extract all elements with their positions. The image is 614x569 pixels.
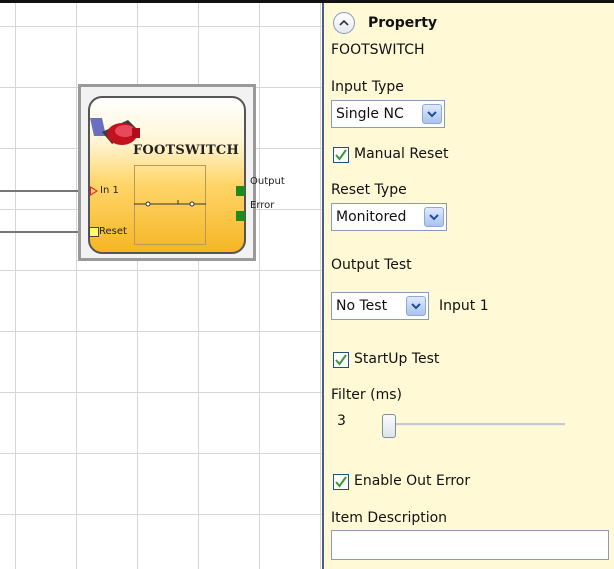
error-port[interactable] (236, 211, 245, 221)
reset-type-label: Reset Type (331, 182, 407, 198)
item-description-label: Item Description (331, 510, 448, 526)
output-test-label: Output Test (331, 257, 412, 273)
input-wire-in1 (0, 190, 88, 192)
reset-port[interactable] (89, 227, 99, 237)
in1-port[interactable] (90, 186, 98, 196)
collapse-button[interactable] (333, 12, 355, 34)
startup-test-checkbox[interactable] (333, 352, 349, 368)
output-port[interactable] (236, 186, 245, 196)
check-icon (335, 149, 347, 161)
input-type-select[interactable]: Single NC (331, 100, 445, 128)
reset-type-value: Monitored (336, 209, 407, 225)
filter-slider-thumb[interactable] (382, 414, 396, 438)
error-port-label: Error (250, 200, 275, 211)
chevron-down-icon (427, 111, 437, 118)
chevron-up-icon (339, 19, 349, 26)
enable-out-error-label: Enable Out Error (354, 473, 471, 489)
in1-port-label: In 1 (100, 185, 119, 196)
input-type-value: Single NC (336, 106, 404, 122)
output-test-value: No Test (336, 298, 388, 314)
switch-symbol (134, 200, 206, 207)
check-icon (335, 476, 347, 488)
reset-port-label: Reset (99, 226, 127, 237)
enable-out-error-checkbox[interactable] (333, 474, 349, 490)
chevron-down-icon (429, 214, 439, 221)
reset-type-select[interactable]: Monitored (331, 203, 447, 231)
filter-slider-track[interactable] (389, 423, 565, 426)
output-test-select[interactable]: No Test (331, 292, 429, 320)
input-type-label: Input Type (331, 79, 404, 95)
reset-type-dropdown-button[interactable] (424, 207, 444, 227)
check-icon (335, 354, 347, 366)
item-name: FOOTSWITCH (331, 42, 425, 58)
filter-label: Filter (ms) (331, 387, 402, 403)
output-test-dropdown-button[interactable] (406, 296, 426, 316)
input-wire-reset (0, 231, 90, 233)
startup-test-label: StartUp Test (354, 351, 440, 367)
manual-reset-checkbox[interactable] (333, 147, 349, 163)
chevron-down-icon (411, 303, 421, 310)
item-description-input[interactable] (331, 530, 609, 560)
manual-reset-label: Manual Reset (354, 146, 449, 162)
filter-value: 3 (337, 413, 346, 429)
block-title: FOOTSWITCH (133, 143, 239, 158)
property-header: Property (368, 15, 438, 31)
output-port-label: Output (250, 176, 285, 187)
output-test-input-label: Input 1 (439, 298, 489, 314)
input-type-dropdown-button[interactable] (422, 104, 442, 124)
